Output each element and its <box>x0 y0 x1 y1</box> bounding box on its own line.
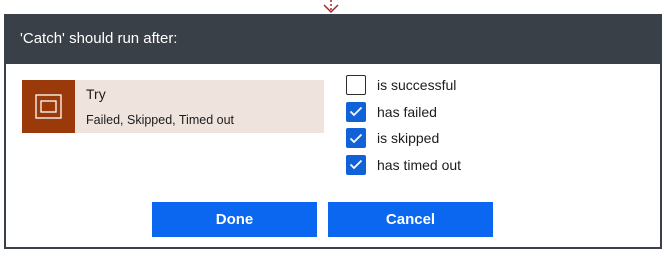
checkbox-is-skipped[interactable] <box>346 128 366 149</box>
page: 'Catch' should run after: Try Failed, Sk… <box>0 0 670 257</box>
option-is-successful[interactable]: is successful <box>346 72 461 99</box>
checkmark-icon <box>349 133 363 144</box>
option-label: is skipped <box>377 130 440 147</box>
action-card-try: Try Failed, Skipped, Timed out <box>22 80 324 133</box>
option-label: is successful <box>377 77 457 94</box>
connector-arrow-icon <box>323 0 339 14</box>
action-name: Try <box>86 86 106 102</box>
checkmark-icon <box>349 107 363 117</box>
run-after-options: is successful has failed is skipped has … <box>346 72 461 178</box>
scope-icon <box>22 80 75 133</box>
option-has-timed-out[interactable]: has timed out <box>346 152 461 179</box>
done-button[interactable]: Done <box>152 202 317 237</box>
action-status: Failed, Skipped, Timed out <box>86 113 234 127</box>
checkbox-is-successful[interactable] <box>346 75 366 96</box>
option-label: has failed <box>377 103 437 120</box>
option-is-skipped[interactable]: is skipped <box>346 125 461 152</box>
run-after-dialog: 'Catch' should run after: Try Failed, Sk… <box>4 14 662 249</box>
checkbox-has-failed[interactable] <box>346 101 366 122</box>
dialog-title: 'Catch' should run after: <box>6 14 660 64</box>
checkbox-has-timed-out[interactable] <box>346 154 366 175</box>
cancel-button[interactable]: Cancel <box>328 202 493 237</box>
option-label: has timed out <box>377 156 462 173</box>
option-has-failed[interactable]: has failed <box>346 99 461 126</box>
checkmark-icon <box>349 160 363 170</box>
